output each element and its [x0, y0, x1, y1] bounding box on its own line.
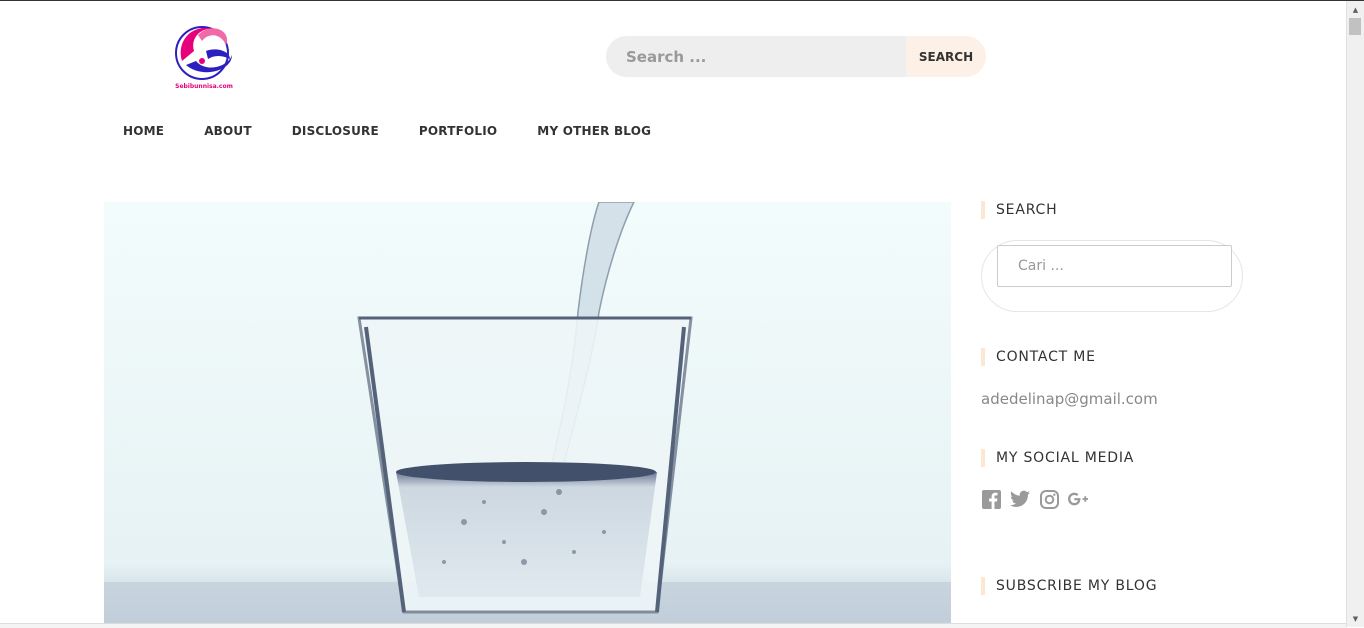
logo-emblem — [175, 26, 232, 80]
nav-item-portfolio[interactable]: PORTFOLIO — [419, 124, 497, 138]
header-search-input[interactable] — [606, 36, 906, 77]
featured-image[interactable] — [104, 202, 951, 627]
main-nav: HOME ABOUT DISCLOSURE PORTFOLIO MY OTHER… — [123, 124, 651, 138]
logo-text: Sebibunnisa.com — [175, 83, 233, 90]
contact-email[interactable]: adedelinap@gmail.com — [981, 390, 1158, 408]
scroll-up-arrow-icon[interactable]: ▲ — [1347, 1, 1364, 18]
nav-item-disclosure[interactable]: DISCLOSURE — [292, 124, 379, 138]
widget-title-contact: CONTACT ME — [981, 348, 1096, 366]
widget-title-search: SEARCH — [981, 201, 1057, 219]
widget-title-subscribe: SUBSCRIBE MY BLOG — [981, 577, 1157, 595]
twitter-icon[interactable] — [1010, 489, 1030, 509]
header-search-form: SEARCH — [606, 36, 986, 77]
nav-item-my-other-blog[interactable]: MY OTHER BLOG — [537, 124, 651, 138]
widget-title-social: MY SOCIAL MEDIA — [981, 449, 1134, 467]
sidebar-search-input[interactable] — [997, 245, 1232, 287]
social-icons — [981, 489, 1088, 509]
scrollbar-thumb[interactable] — [1349, 18, 1361, 35]
google-plus-icon[interactable] — [1068, 489, 1088, 509]
vertical-scrollbar[interactable]: ▲ ▼ — [1346, 1, 1364, 627]
scroll-down-arrow-icon[interactable]: ▼ — [1347, 610, 1364, 627]
nav-item-home[interactable]: HOME — [123, 124, 164, 138]
water-glass-photo — [104, 202, 951, 627]
sidebar-search-form — [981, 240, 1243, 312]
nav-item-about[interactable]: ABOUT — [204, 124, 252, 138]
instagram-icon[interactable] — [1039, 489, 1059, 509]
header-search-button[interactable]: SEARCH — [906, 36, 986, 77]
facebook-icon[interactable] — [981, 489, 1001, 509]
site-logo[interactable]: Sebibunnisa.com — [172, 21, 236, 95]
